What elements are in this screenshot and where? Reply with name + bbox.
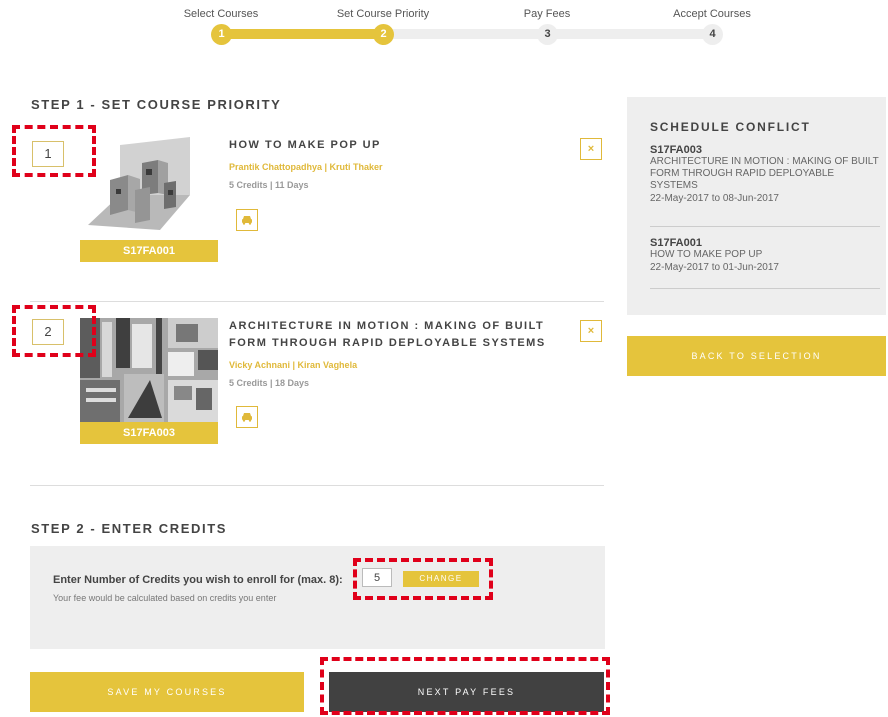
- car-icon: [242, 216, 252, 225]
- conflict-item: S17FA001 HOW TO MAKE POP UP 22-May-2017 …: [650, 237, 880, 274]
- step-number-3[interactable]: 3: [537, 24, 558, 45]
- step-number-1[interactable]: 1: [211, 24, 232, 45]
- step-label-pay-fees: Pay Fees: [523, 8, 571, 20]
- change-credits-button[interactable]: CHANGE: [403, 571, 479, 587]
- course-authors[interactable]: Prantik Chattopadhya | Kruti Thaker: [229, 162, 383, 172]
- course-thumbnail[interactable]: [80, 318, 218, 422]
- step-label-select-courses: Select Courses: [183, 8, 259, 20]
- priority-input[interactable]: 1: [32, 141, 64, 167]
- conflict-course-name: ARCHITECTURE IN MOTION : MAKING OF BUILT…: [650, 156, 879, 191]
- course-title[interactable]: ARCHITECTURE IN MOTION : MAKING OF BUILT…: [229, 318, 564, 352]
- credits-help-text: Your fee would be calculated based on cr…: [53, 593, 277, 603]
- course-code-label: S17FA001: [80, 240, 218, 262]
- course-authors[interactable]: Vicky Achnani | Kiran Vaghela: [229, 360, 357, 370]
- step-label-set-priority: Set Course Priority: [336, 8, 430, 20]
- remove-course-button[interactable]: ×: [580, 320, 602, 342]
- conflict-course-code: S17FA001: [650, 237, 702, 249]
- step2-title: STEP 2 - ENTER CREDITS: [31, 521, 228, 536]
- section-divider: [30, 485, 604, 486]
- conflict-course-dates: 22-May-2017 to 01-Jun-2017: [650, 262, 779, 273]
- remove-course-button[interactable]: ×: [580, 138, 602, 160]
- conflict-course-name: HOW TO MAKE POP UP: [650, 249, 763, 260]
- course-meta: 5 Credits | 18 Days: [229, 378, 310, 388]
- step-number-4[interactable]: 4: [702, 24, 723, 45]
- credits-input[interactable]: [362, 568, 392, 587]
- save-courses-button[interactable]: SAVE MY COURSES: [30, 672, 304, 712]
- car-icon: [242, 413, 252, 422]
- step1-title: STEP 1 - SET COURSE PRIORITY: [31, 97, 282, 112]
- schedule-conflict-panel: SCHEDULE CONFLICT S17FA003 ARCHITECTURE …: [627, 97, 886, 315]
- course-divider: [30, 301, 604, 302]
- conflict-title: SCHEDULE CONFLICT: [650, 120, 811, 134]
- next-pay-fees-button[interactable]: NEXT PAY FEES: [329, 672, 604, 712]
- credits-label: Enter Number of Credits you wish to enro…: [53, 574, 343, 586]
- conflict-course-code: S17FA003: [650, 144, 702, 156]
- progress-stepper: Select Courses Set Course Priority Pay F…: [0, 0, 888, 48]
- conflict-item: S17FA003 ARCHITECTURE IN MOTION : MAKING…: [650, 144, 880, 205]
- course-meta: 5 Credits | 11 Days: [229, 180, 309, 190]
- back-to-selection-button[interactable]: BACK TO SELECTION: [627, 336, 886, 376]
- conflict-separator: [650, 288, 880, 289]
- step-label-accept-courses: Accept Courses: [673, 8, 751, 20]
- architecture-collage-image: [80, 318, 218, 422]
- conflict-separator: [650, 226, 880, 227]
- credits-panel: Enter Number of Credits you wish to enro…: [30, 546, 605, 649]
- priority-input[interactable]: 2: [32, 319, 64, 345]
- course-title[interactable]: HOW TO MAKE POP UP: [229, 137, 559, 154]
- car-icon-button[interactable]: [236, 209, 258, 231]
- stepper-track-completed: [222, 29, 383, 39]
- course-thumbnail[interactable]: [80, 135, 218, 240]
- car-icon-button[interactable]: [236, 406, 258, 428]
- course-code-label: S17FA003: [80, 422, 218, 444]
- conflict-course-dates: 22-May-2017 to 08-Jun-2017: [650, 193, 779, 204]
- step-number-2[interactable]: 2: [373, 24, 394, 45]
- popup-card-image: [88, 137, 190, 230]
